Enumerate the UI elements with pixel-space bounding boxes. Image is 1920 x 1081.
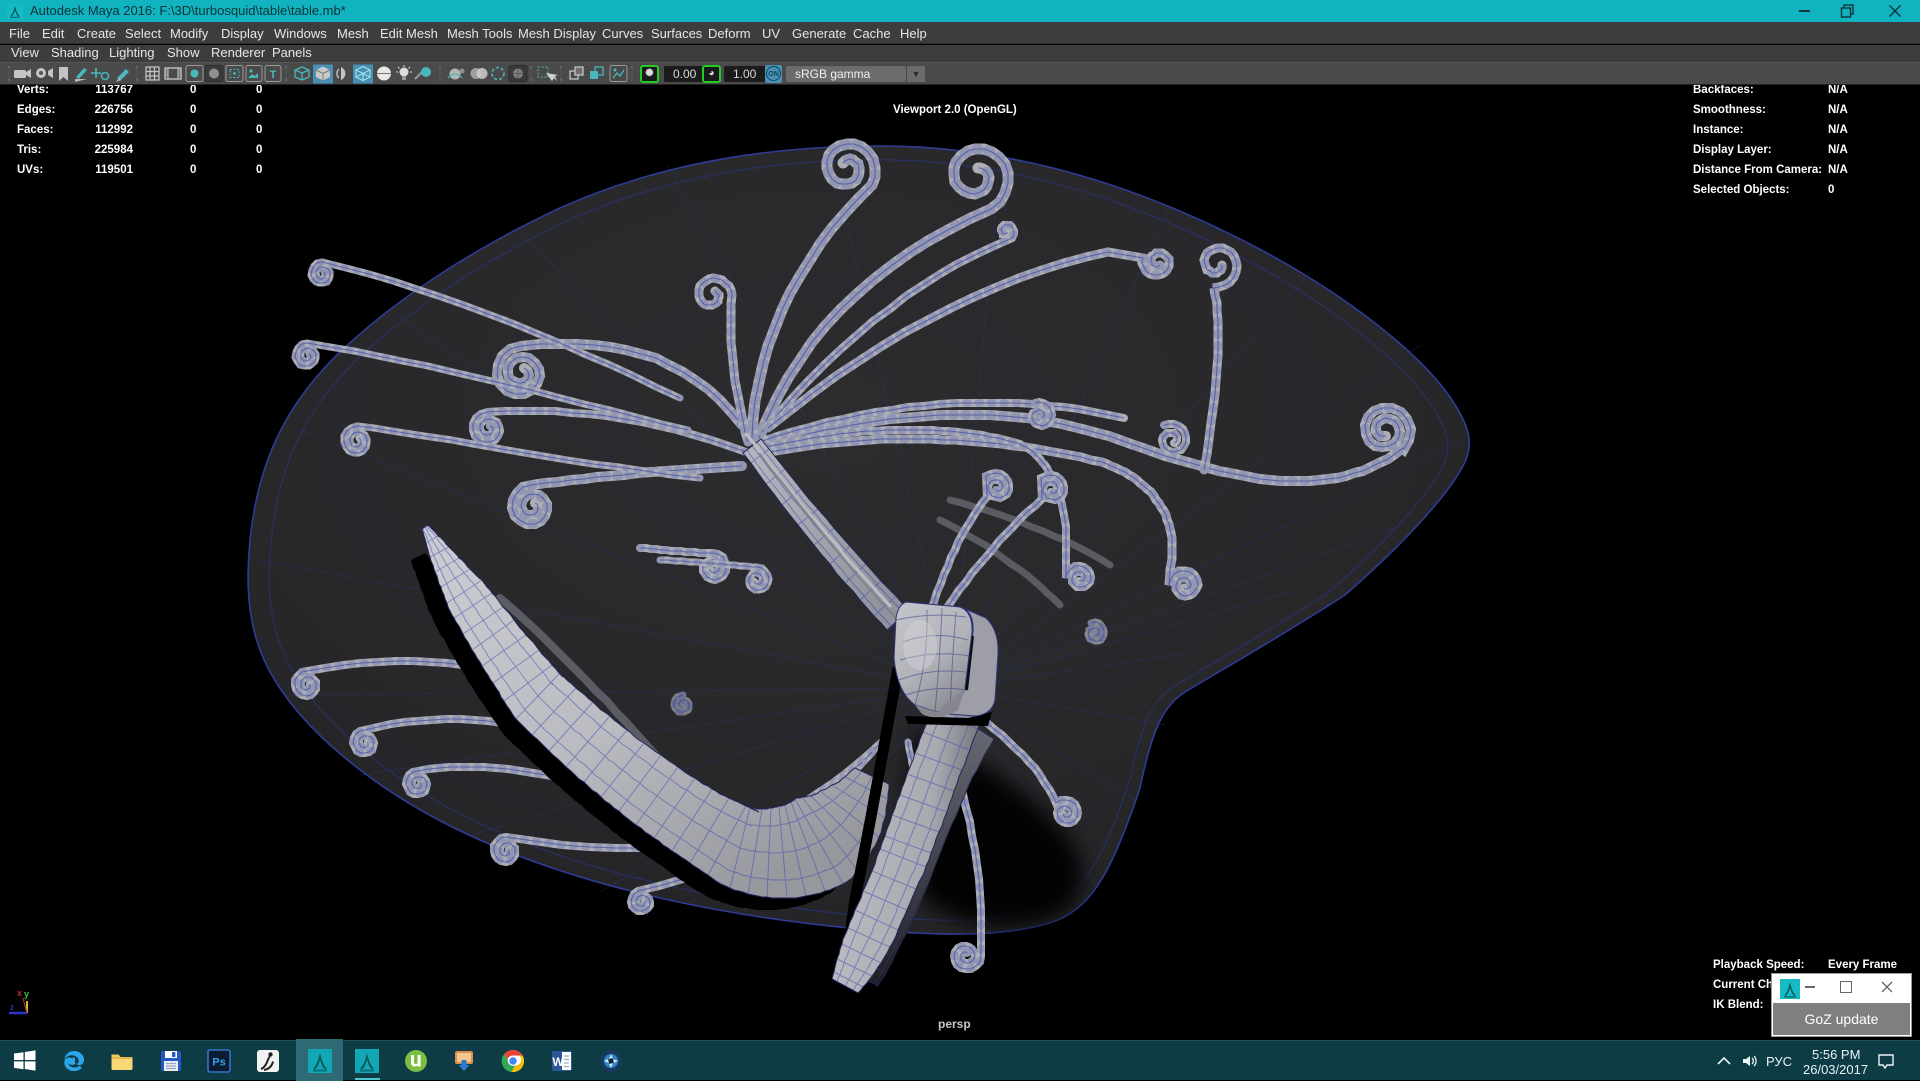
svg-text:z: z (10, 1003, 14, 1012)
svg-text:y: y (24, 989, 29, 999)
svg-text:W: W (552, 1055, 564, 1069)
svg-text:T: T (270, 69, 277, 81)
svg-text:Ps: Ps (212, 1057, 225, 1069)
svg-text:x: x (17, 988, 22, 998)
